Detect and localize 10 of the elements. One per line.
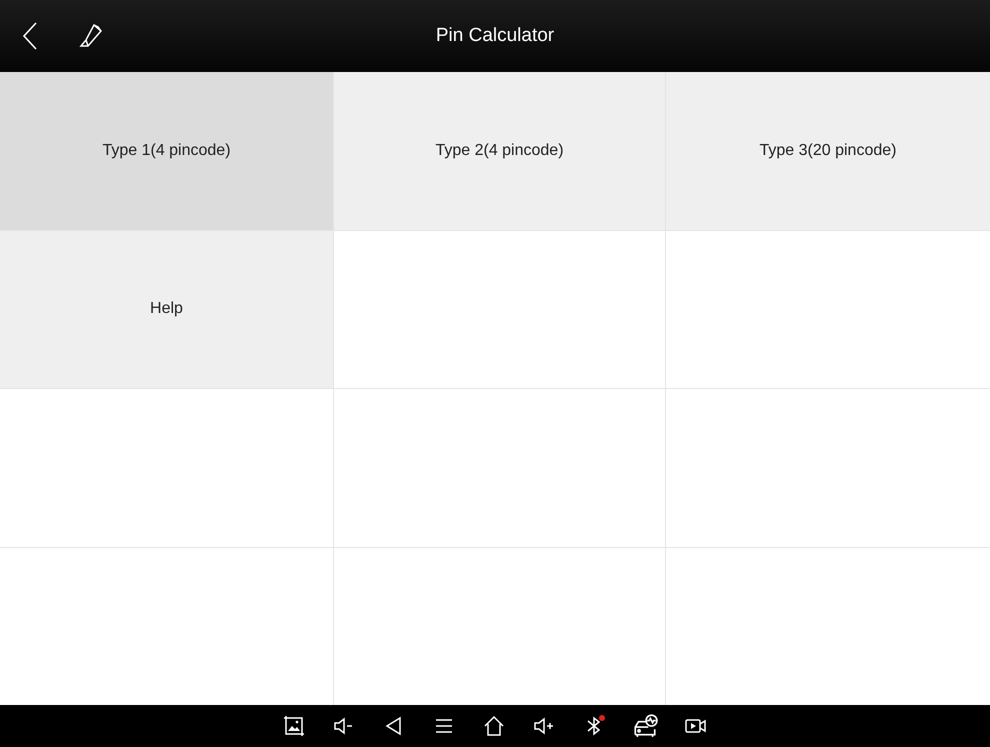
- back-button[interactable]: [22, 21, 38, 51]
- screenshot-icon[interactable]: [282, 714, 306, 738]
- home-icon[interactable]: [482, 714, 506, 738]
- menu-tile[interactable]: Help: [0, 230, 333, 388]
- screen-title: Pin Calculator: [436, 25, 554, 46]
- menu-tile[interactable]: Type 1(4 pincode): [0, 72, 333, 230]
- menu-tile[interactable]: Type 3(20 pincode): [666, 72, 990, 230]
- menu-tile[interactable]: Type 2(4 pincode): [334, 72, 665, 230]
- back-icon: [22, 21, 38, 51]
- car-diagnostics-icon[interactable]: [632, 713, 658, 739]
